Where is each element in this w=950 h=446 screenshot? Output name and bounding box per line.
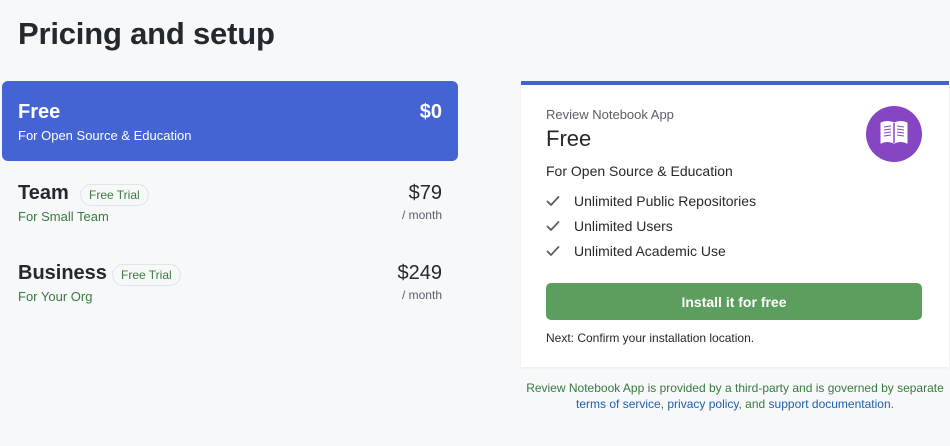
separator-text: , and [738,397,769,411]
disclaimer-text: Review Notebook App is provided by a thi… [526,381,944,395]
page-title: Pricing and setup [18,16,275,51]
plan-period: / month [401,288,442,302]
support-documentation-link[interactable]: support documentation [769,397,891,411]
plan-option-free[interactable]: Free For Open Source & Education $0 [2,81,458,161]
selected-plan-name: Free [546,126,592,151]
free-trial-badge: Free Trial [80,184,149,206]
app-name: Review Notebook App [546,107,674,122]
feature-item: Unlimited Users [546,213,756,238]
check-icon [546,245,574,257]
plan-option-business[interactable]: Business Free Trial For Your Org $249 / … [2,256,458,318]
plan-price: $249 [397,262,443,284]
book-icon [879,119,909,150]
check-icon [546,220,574,232]
free-trial-badge: Free Trial [112,264,181,286]
plan-period: / month [401,208,442,222]
plan-price: $79 [408,182,442,204]
plan-price: $0 [419,101,442,123]
plan-summary-card: Review Notebook App Free For Open Source… [521,81,949,367]
feature-item: Unlimited Public Repositories [546,188,756,213]
feature-label: Unlimited Users [574,217,673,234]
plan-description: For Your Org [18,289,93,304]
third-party-disclaimer: Review Notebook App is provided by a thi… [521,380,949,412]
plan-description: For Open Source & Education [18,128,192,143]
feature-label: Unlimited Public Repositories [574,192,757,209]
plan-name: Business [18,262,107,284]
feature-item: Unlimited Academic Use [546,238,756,263]
privacy-policy-link[interactable]: privacy policy [667,397,738,411]
plan-description: For Small Team [18,209,109,224]
plan-name: Free [18,101,61,123]
check-icon [546,195,574,207]
feature-label: Unlimited Academic Use [574,242,726,259]
plan-name: Team [18,182,69,204]
plan-option-team[interactable]: Team Free Trial For Small Team $79 / mon… [2,176,458,238]
app-logo [866,106,922,162]
terms-of-service-link[interactable]: terms of service [576,397,661,411]
next-step-note: Next: Confirm your installation location… [546,331,755,345]
feature-list: Unlimited Public Repositories Unlimited … [546,188,756,263]
install-button[interactable]: Install it for free [546,283,922,320]
selected-plan-description: For Open Source & Education [546,163,733,179]
separator-text: . [890,397,894,411]
